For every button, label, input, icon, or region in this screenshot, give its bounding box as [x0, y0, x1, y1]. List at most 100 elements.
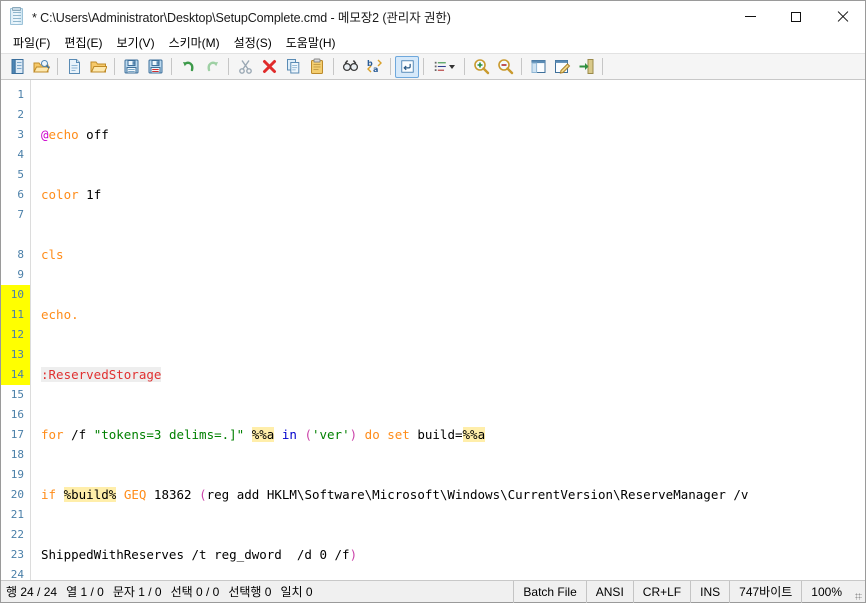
code-line[interactable]: echo.	[41, 305, 865, 325]
line-number: 1	[17, 88, 24, 101]
code-line[interactable]: :ReservedStorage	[41, 365, 865, 385]
line-number: 22	[10, 528, 24, 541]
cut-icon[interactable]	[233, 55, 257, 78]
notepad-icon	[9, 6, 25, 26]
line-number: 12	[1, 325, 30, 345]
toolbar-separator	[521, 58, 522, 75]
list-options-icon[interactable]	[428, 55, 460, 78]
window-controls	[727, 1, 865, 32]
chevron-down-icon	[449, 64, 455, 69]
save-as-icon[interactable]	[143, 55, 167, 78]
menu-bar: 파일(F) 편집(E) 보기(V) 스키마(M) 설정(S) 도움말(H)	[1, 32, 865, 53]
line-number: 19	[10, 468, 24, 481]
panel-icon[interactable]	[526, 55, 550, 78]
line-number: 4	[17, 148, 24, 161]
toolbar: b a	[1, 53, 865, 80]
title-bar: * C:\Users\Administrator\Desktop\SetupCo…	[1, 1, 865, 32]
code-line[interactable]: for /f "tokens=3 delims=.]" %%a in ('ver…	[41, 425, 865, 445]
code-line-wrapped[interactable]: ShippedWithReserves /t reg_dword /d 0 /f…	[41, 545, 865, 565]
line-number: 5	[17, 168, 24, 181]
line-number: 2	[17, 108, 24, 121]
menu-edit[interactable]: 편집(E)	[57, 32, 109, 53]
code-line[interactable]: if %build% GEQ 18362 (reg add HKLM\Softw…	[41, 485, 865, 505]
line-number: 24	[10, 568, 24, 580]
line-number: 7	[17, 208, 24, 221]
status-row: 행 24 / 24	[6, 585, 58, 599]
code-line[interactable]: @echo off	[41, 125, 865, 145]
line-number: 11	[1, 305, 30, 325]
line-number-wrapped	[1, 225, 30, 245]
status-filesize[interactable]: 747바이트	[729, 580, 801, 603]
minimize-icon	[744, 16, 756, 17]
line-number: 9	[17, 268, 24, 281]
toolbar-separator	[602, 58, 603, 75]
toolbar-separator	[464, 58, 465, 75]
minimize-button[interactable]	[727, 1, 773, 32]
menu-schema[interactable]: 스키마(M)	[162, 32, 227, 53]
line-number: 21	[10, 508, 24, 521]
maximize-icon	[791, 11, 801, 22]
status-matches: 일치 0	[280, 585, 313, 599]
maximize-button[interactable]	[773, 1, 819, 32]
status-bar: 행 24 / 24 열 1 / 0 문자 1 / 0 선택 0 / 0 선택행 …	[1, 580, 865, 603]
toolbar-separator	[114, 58, 115, 75]
new-file-icon[interactable]	[62, 55, 86, 78]
status-selection: 선택 0 / 0	[170, 585, 220, 599]
notepad2-window: * C:\Users\Administrator\Desktop\SetupCo…	[0, 0, 866, 603]
toolbar-separator	[333, 58, 334, 75]
window-title: * C:\Users\Administrator\Desktop\SetupCo…	[32, 11, 451, 25]
redo-icon[interactable]	[200, 55, 224, 78]
status-encoding[interactable]: ANSI	[585, 580, 633, 603]
exit-icon[interactable]	[574, 55, 598, 78]
line-number: 13	[1, 345, 30, 365]
line-number-gutter: 1 2 3 4 5 6 7 8 9 10 11 12 13 14 15 16 1…	[1, 80, 31, 580]
zoom-in-icon[interactable]	[469, 55, 493, 78]
status-language[interactable]: Batch File	[513, 580, 585, 603]
toolbar-separator	[228, 58, 229, 75]
code-line[interactable]: color 1f	[41, 185, 865, 205]
line-number: 16	[10, 408, 24, 421]
status-selected-lines: 선택행 0	[228, 585, 272, 599]
editor-area[interactable]: 1 2 3 4 5 6 7 8 9 10 11 12 13 14 15 16 1…	[1, 80, 865, 580]
menu-view[interactable]: 보기(V)	[109, 32, 161, 53]
line-number: 6	[17, 188, 24, 201]
status-insert-mode[interactable]: INS	[690, 580, 729, 603]
find-icon[interactable]	[338, 55, 362, 78]
open-folder-icon[interactable]	[86, 55, 110, 78]
line-number: 8	[17, 248, 24, 261]
line-number: 14	[1, 365, 30, 385]
undo-icon[interactable]	[176, 55, 200, 78]
open-recent-icon[interactable]	[29, 55, 53, 78]
resize-grip[interactable]	[851, 581, 865, 603]
delete-icon[interactable]	[257, 55, 281, 78]
zoom-out-icon[interactable]	[493, 55, 517, 78]
toolbar-separator	[423, 58, 424, 75]
new-document-icon[interactable]	[5, 55, 29, 78]
close-icon	[837, 11, 848, 22]
line-number: 20	[10, 488, 24, 501]
edit-panel-icon[interactable]	[550, 55, 574, 78]
status-column: 열 1 / 0	[66, 585, 104, 599]
menu-help[interactable]: 도움말(H)	[279, 32, 343, 53]
replace-icon[interactable]: b a	[362, 55, 386, 78]
toolbar-separator	[390, 58, 391, 75]
menu-settings[interactable]: 설정(S)	[227, 32, 279, 53]
copy-icon[interactable]	[281, 55, 305, 78]
paste-icon[interactable]	[305, 55, 329, 78]
line-number: 17	[10, 428, 24, 441]
line-number: 18	[10, 448, 24, 461]
code-content[interactable]: @echo off color 1f cls echo. :ReservedSt…	[31, 80, 865, 580]
status-left-group: 행 24 / 24 열 1 / 0 문자 1 / 0 선택 0 / 0 선택행 …	[1, 583, 313, 600]
status-line-ending[interactable]: CR+LF	[632, 580, 690, 603]
svg-text:a: a	[373, 65, 378, 74]
line-number: 15	[10, 388, 24, 401]
close-button[interactable]	[819, 1, 865, 32]
status-char: 문자 1 / 0	[112, 585, 162, 599]
menu-file[interactable]: 파일(F)	[6, 32, 57, 53]
status-zoom[interactable]: 100%	[801, 580, 851, 603]
line-number: 10	[1, 285, 30, 305]
code-line[interactable]: cls	[41, 245, 865, 265]
save-icon[interactable]	[119, 55, 143, 78]
toolbar-separator	[57, 58, 58, 75]
word-wrap-icon[interactable]	[395, 55, 419, 78]
